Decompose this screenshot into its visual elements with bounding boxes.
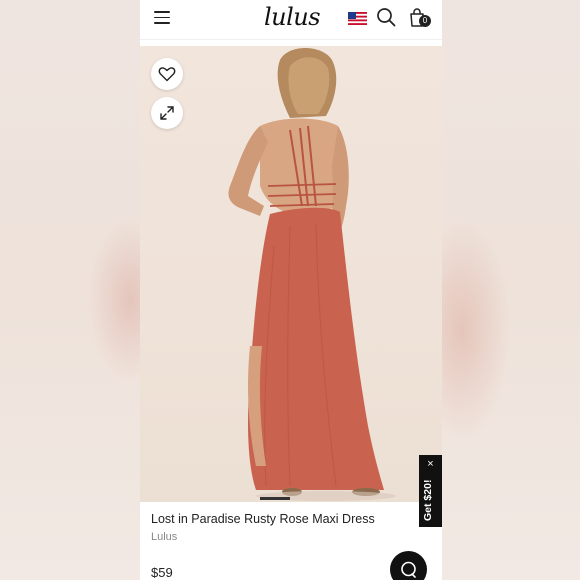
us-flag-icon[interactable] <box>348 12 367 25</box>
product-price: $59 <box>151 565 173 580</box>
chat-icon <box>401 561 416 578</box>
chat-button[interactable] <box>390 551 427 580</box>
hamburger-menu-icon[interactable] <box>154 11 170 24</box>
carousel-indicator[interactable] <box>260 497 290 500</box>
model-dress-illustration <box>228 48 396 501</box>
cart-count-badge[interactable]: 0 <box>419 15 431 27</box>
promo-tab[interactable]: × Get $20! <box>419 455 442 527</box>
expand-icon <box>160 106 174 120</box>
blurred-background-left <box>0 0 140 580</box>
promo-label[interactable]: Get $20! <box>422 461 438 521</box>
blurred-background-right <box>442 0 580 580</box>
product-image[interactable] <box>140 46 442 502</box>
top-navigation-bar: lulus 0 <box>140 0 442 40</box>
search-icon[interactable] <box>376 7 396 27</box>
product-title: Lost in Paradise Rusty Rose Maxi Dress <box>151 512 375 526</box>
favorite-button[interactable] <box>151 58 183 90</box>
heart-icon <box>158 67 176 82</box>
product-brand[interactable]: Lulus <box>151 531 177 543</box>
phone-screen: lulus 0 Lost in Paradise Rusty Rose Maxi… <box>140 0 442 580</box>
expand-image-button[interactable] <box>151 97 183 129</box>
lulus-logo[interactable]: lulus <box>260 3 324 33</box>
